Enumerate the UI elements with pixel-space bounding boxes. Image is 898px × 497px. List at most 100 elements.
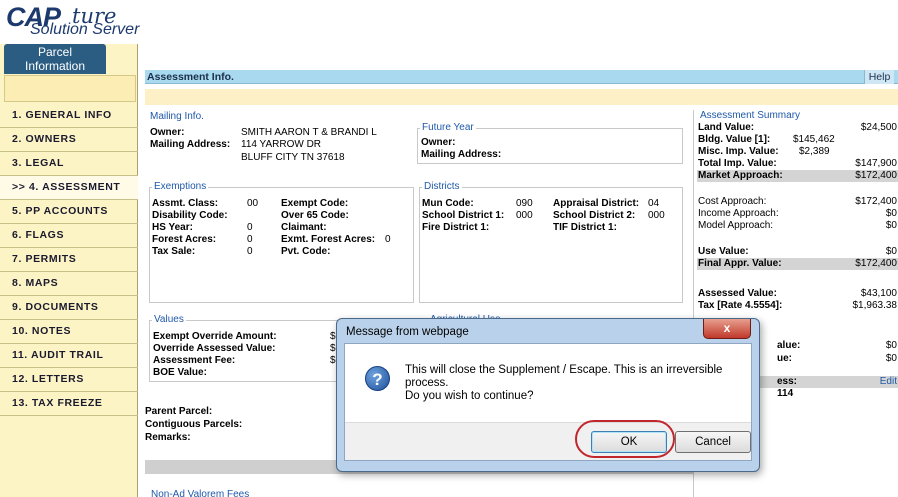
sidebar-item-owners[interactable]: 2. OWNERS bbox=[0, 128, 138, 152]
cost-approach-label: Cost Approach: bbox=[698, 196, 767, 207]
override-assessed-label: Override Assessed Value: bbox=[153, 343, 276, 354]
sidebar-item-assessment[interactable]: >> 4. ASSESSMENT bbox=[0, 176, 138, 200]
sidebar-item-audit-trail[interactable]: 11. AUDIT TRAIL bbox=[0, 344, 138, 368]
parent-parcel-label: Parent Parcel: bbox=[145, 406, 213, 417]
exemptions-panel: Exemptions Assmt. Class: 00 Disability C… bbox=[149, 181, 414, 303]
land-value-row: Land Value: $24,500 bbox=[697, 122, 898, 134]
mailing-legend: Mailing Info. bbox=[148, 111, 206, 122]
use-value-label: Use Value: bbox=[698, 246, 749, 257]
remarks-label: Remarks: bbox=[145, 432, 191, 443]
sidebar-item-maps[interactable]: 8. MAPS bbox=[0, 272, 138, 296]
summary-legend: Assessment Summary bbox=[698, 110, 803, 121]
income-approach-row: Income Approach: $0 bbox=[697, 208, 898, 220]
school-district1-label: School District 1: bbox=[422, 210, 505, 221]
income-approach-label: Income Approach: bbox=[698, 208, 779, 219]
misc-imp-row: Misc. Imp. Value: $2,389 bbox=[697, 146, 898, 158]
ok-button[interactable]: OK bbox=[591, 431, 667, 453]
forest-acres-label: Forest Acres: bbox=[152, 234, 217, 245]
dialog-message-line1: This will close the Supplement / Escape.… bbox=[405, 364, 723, 389]
appraisal-district-label: Appraisal District: bbox=[553, 198, 640, 209]
close-icon: x bbox=[723, 321, 731, 335]
exempt-code-label: Exempt Code: bbox=[281, 198, 349, 209]
mailing-address-line1: 114 YARROW DR bbox=[241, 139, 322, 150]
market-approach-label: Market Approach: bbox=[698, 170, 783, 181]
sidebar-item-documents[interactable]: 9. DOCUMENTS bbox=[0, 296, 138, 320]
sidebar-item-legal[interactable]: 3. LEGAL bbox=[0, 152, 138, 176]
sidebar-item-general-info[interactable]: 1. GENERAL INFO bbox=[0, 104, 138, 128]
final-appr-value: $172,400 bbox=[855, 258, 897, 269]
exemptions-legend: Exemptions bbox=[152, 181, 209, 192]
disability-code-label: Disability Code: bbox=[152, 210, 228, 221]
mailing-address-line2: BLUFF CITY TN 37618 bbox=[241, 152, 345, 163]
tif-district1-label: TIF District 1: bbox=[553, 222, 617, 233]
section-header: Assessment Info. Help bbox=[145, 70, 898, 84]
use-value: $0 bbox=[885, 246, 897, 257]
exmt-forest-acres-label: Exmt. Forest Acres: bbox=[281, 234, 376, 245]
tax-sale-label: Tax Sale: bbox=[152, 246, 196, 257]
question-icon: ? bbox=[365, 366, 390, 391]
appraisal-district-value: 04 bbox=[648, 198, 660, 209]
sidebar-item-tax-freeze[interactable]: 13. TAX FREEZE bbox=[0, 392, 138, 416]
future-address-label: Mailing Address: bbox=[421, 149, 502, 160]
partial-label-2: ue: bbox=[777, 353, 792, 364]
dialog-body: ? This will close the Supplement / Escap… bbox=[344, 343, 752, 461]
edit-link[interactable]: Edit bbox=[880, 376, 897, 387]
cancel-button[interactable]: Cancel bbox=[675, 431, 751, 453]
cost-approach-value: $172,400 bbox=[855, 196, 897, 207]
fire-district1-label: Fire District 1: bbox=[422, 222, 490, 233]
dialog-title: Message from webpage bbox=[346, 326, 469, 338]
mailing-info-panel: Mailing Info. Owner: SMITH AARON T & BRA… bbox=[145, 111, 415, 178]
future-owner-label: Owner: bbox=[421, 137, 456, 148]
hs-year-value: 0 bbox=[247, 222, 253, 233]
total-imp-label: Total Imp. Value: bbox=[698, 158, 777, 169]
land-value: $24,500 bbox=[860, 122, 897, 133]
sidebar: Parcel Information 1. GENERAL INFO 2. OW… bbox=[0, 44, 138, 497]
tax-rate-label: Tax [Rate 4.5554]: bbox=[698, 300, 783, 311]
capture-logo: CAP ture Solution Server bbox=[6, 2, 226, 42]
sidebar-item-permits[interactable]: 7. PERMITS bbox=[0, 248, 138, 272]
partial-value-4: 114 bbox=[777, 388, 794, 399]
districts-panel: Districts Mun Code: 090 School District … bbox=[419, 181, 683, 303]
final-appr-label: Final Appr. Value: bbox=[698, 258, 782, 269]
market-approach-row: Market Approach: $172,400 bbox=[697, 170, 898, 182]
districts-legend: Districts bbox=[422, 181, 462, 192]
land-value-label: Land Value: bbox=[698, 122, 755, 133]
hs-year-label: HS Year: bbox=[152, 222, 193, 233]
future-year-panel: Future Year Owner: Mailing Address: bbox=[417, 122, 683, 164]
sidebar-item-pp-accounts[interactable]: 5. PP ACCOUNTS bbox=[0, 200, 138, 224]
sidebar-nav: 1. GENERAL INFO 2. OWNERS 3. LEGAL >> 4.… bbox=[0, 104, 138, 416]
assessed-value-row: Assessed Value: $43,100 bbox=[697, 288, 898, 300]
mailing-address-label: Mailing Address: bbox=[150, 139, 231, 150]
logo-subtitle: Solution Server bbox=[30, 21, 140, 38]
values-legend: Values bbox=[152, 314, 186, 325]
bldg-value-row: Bldg. Value [1]: $145,462 bbox=[697, 134, 898, 146]
tab-parcel-information[interactable]: Parcel Information bbox=[4, 44, 106, 74]
total-imp-row: Total Imp. Value: $147,900 bbox=[697, 158, 898, 170]
page-title: Assessment Info. bbox=[147, 71, 234, 83]
exmt-forest-acres-value: 0 bbox=[385, 234, 391, 245]
final-appr-row: Final Appr. Value: $172,400 bbox=[697, 258, 898, 270]
school-district1-value: 000 bbox=[516, 210, 533, 221]
dialog-close-button[interactable]: x bbox=[703, 319, 751, 339]
assmt-class-label: Assmt. Class: bbox=[152, 198, 219, 209]
assmt-class-value: 00 bbox=[247, 198, 259, 209]
assessed-value-label: Assessed Value: bbox=[698, 288, 777, 299]
owner-value: SMITH AARON T & BRANDI L bbox=[241, 127, 377, 138]
help-link[interactable]: Help bbox=[864, 70, 894, 84]
sidebar-item-letters[interactable]: 12. LETTERS bbox=[0, 368, 138, 392]
claimant-label: Claimant: bbox=[281, 222, 327, 233]
total-imp-value: $147,900 bbox=[855, 158, 897, 169]
mun-code-label: Mun Code: bbox=[422, 198, 474, 209]
school-district2-label: School District 2: bbox=[553, 210, 636, 221]
partial-value-1: $0 bbox=[885, 340, 897, 351]
message-dialog: Message from webpage x ? This will close… bbox=[336, 318, 760, 472]
model-approach-row: Model Approach: $0 bbox=[697, 220, 898, 232]
bldg-value: $145,462 bbox=[793, 134, 835, 145]
future-year-legend: Future Year bbox=[420, 122, 476, 133]
sidebar-item-flags[interactable]: 6. FLAGS bbox=[0, 224, 138, 248]
partial-label-1: alue: bbox=[777, 340, 801, 351]
misc-imp-value: $2,389 bbox=[799, 146, 830, 157]
sidebar-item-notes[interactable]: 10. NOTES bbox=[0, 320, 138, 344]
tab-parcel-label: Parcel Information bbox=[24, 45, 86, 73]
tax-sale-value: 0 bbox=[247, 246, 253, 257]
